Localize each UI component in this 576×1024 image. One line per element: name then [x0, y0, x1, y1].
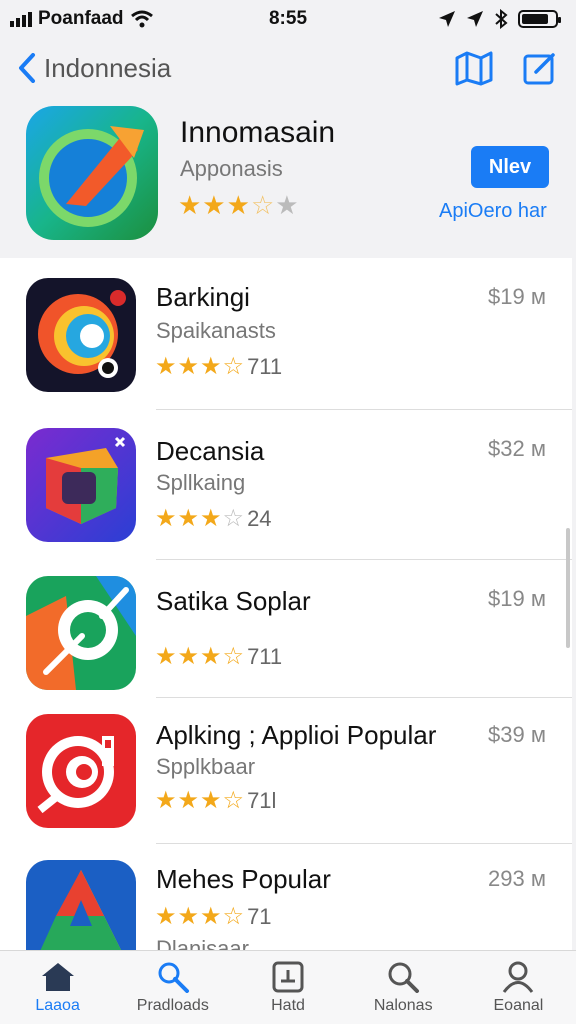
tab-account[interactable]: Eoanal [461, 951, 576, 1024]
list-item[interactable]: Barkingi Spaikanasts ★★★ ☆ 711 $19 м [0, 258, 572, 410]
tab-label: Nalonas [373, 996, 433, 1014]
tab-home[interactable]: Laaoa [0, 951, 115, 1024]
bluetooth-icon [495, 9, 508, 29]
app-price: $19 м [488, 284, 546, 309]
featured-app-title: Innomasain [180, 116, 336, 149]
status-right [438, 9, 561, 29]
magnifier-icon [388, 962, 420, 993]
app-price: 293 м [488, 866, 546, 891]
tab-label: Pradloads [136, 996, 209, 1014]
app-title: Mehes Popular [156, 864, 331, 894]
app-price: $39 м [488, 722, 546, 747]
swirl-app-icon [26, 278, 136, 392]
app-rating: ★★★ ☆ 71 [155, 903, 272, 930]
location-icon [467, 11, 483, 27]
app-price: $19 м [488, 586, 546, 611]
nav-bar: Indonnesia [0, 44, 576, 92]
app-subtitle: Spaikanasts [156, 318, 276, 343]
featured-app-icon[interactable] [26, 106, 158, 240]
search-glass-icon [158, 962, 189, 993]
featured-app-link[interactable]: ApiOero har [439, 200, 547, 223]
status-bar: Poanfaad 8:55 [0, 0, 576, 38]
rating-count: 711 [247, 643, 283, 669]
app-logo-icon [26, 106, 158, 240]
back-label: Indonnesia [44, 52, 172, 83]
person-icon [503, 961, 534, 993]
list-item[interactable]: Mehes Popular ★★★ ☆ 71 Dlanisaar 293 м [0, 844, 572, 950]
featured-app-rating: ★★★☆★ [178, 190, 299, 220]
app-subtitle: Spllkaing [156, 470, 246, 495]
chevron-left-icon [19, 53, 35, 83]
location-icon [439, 11, 455, 27]
back-button[interactable]: Indonnesia [18, 53, 171, 84]
compass-app-icon [26, 576, 136, 690]
app-title: Aplking ; Applioi Popular [156, 720, 437, 750]
tab-search[interactable]: Nalonas [346, 951, 461, 1024]
app-rating: ★★★ ☆ 71l [155, 787, 277, 814]
app-subtitle: Dlanisaar [156, 936, 249, 950]
app-list: Barkingi Spaikanasts ★★★ ☆ 711 $19 м Dec… [0, 258, 572, 950]
app-title: Satika Soplar [156, 586, 311, 616]
app-price: $32 м [488, 436, 546, 461]
carrier-name: Poanfaad [38, 8, 124, 29]
tab-bar: Laaoa Pradloads Hatd Nalonas Eoanal [0, 950, 576, 1024]
signal-icon [10, 12, 32, 27]
list-item[interactable]: Decansia Spllkaing ★★★ ☆ 24 $32 м [0, 410, 572, 560]
compose-icon[interactable] [522, 50, 558, 86]
rating-count: 71 [247, 903, 272, 929]
featured-app: Innomasain Apponasis ★★★☆★ Nlev ApiOero … [0, 102, 576, 252]
app-rating: ★★★ ☆ 711 [155, 643, 283, 670]
scrollbar[interactable] [566, 528, 570, 648]
tray-icon [272, 961, 304, 992]
rating-count: 711 [247, 353, 283, 379]
app-icon [26, 278, 136, 392]
view-button[interactable]: Nlev [471, 146, 549, 188]
rating-count: 71l [247, 787, 277, 813]
tab-hatd[interactable]: Hatd [230, 951, 345, 1024]
app-rating: ★★★ ☆ 24 [155, 505, 272, 532]
status-left: Poanfaad [10, 8, 154, 30]
app-icon [26, 714, 136, 828]
house-icon [41, 962, 74, 991]
app-title: Decansia [156, 436, 265, 466]
app-icon [26, 576, 136, 690]
app-title: Barkingi [156, 282, 250, 312]
app-icon [26, 860, 136, 950]
app-rating: ★★★ ☆ 711 [155, 353, 283, 380]
tab-label: Hatd [271, 996, 305, 1014]
featured-app-subtitle: Apponasis [180, 156, 283, 181]
triangle-app-icon [26, 860, 136, 950]
tab-label: Laaoa [35, 996, 80, 1014]
spiral-app-icon [26, 714, 136, 828]
cube-app-icon [26, 428, 136, 542]
tab-downloads[interactable]: Pradloads [115, 951, 230, 1024]
tab-label: Eoanal [493, 996, 544, 1014]
status-time: 8:55 [268, 8, 308, 29]
rating-count: 24 [247, 505, 272, 531]
map-icon[interactable] [454, 50, 494, 86]
list-item[interactable]: Aplking ; Applioi Popular Spplkbaar ★★★ ☆… [0, 698, 572, 844]
battery-icon [518, 10, 561, 28]
app-icon [26, 428, 136, 542]
wifi-icon [130, 10, 153, 28]
list-item[interactable]: Satika Soplar ★★★ ☆ 711 $19 м [0, 560, 572, 698]
app-subtitle: Spplkbaar [156, 754, 256, 779]
nav-actions [454, 50, 558, 86]
